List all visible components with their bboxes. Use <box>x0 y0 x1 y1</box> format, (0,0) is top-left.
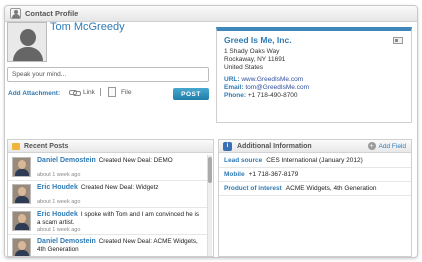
company-phone-row: Phone: +1 718-490-8700 <box>224 92 298 99</box>
post-author-link[interactable]: Eric Houdek <box>37 211 78 218</box>
posts-scrollbar[interactable] <box>207 155 212 256</box>
recent-posts-header: Recent Posts <box>8 140 213 153</box>
link-button[interactable]: Link <box>83 89 95 96</box>
plus-icon[interactable]: + <box>367 142 376 150</box>
add-field-button[interactable]: + Add Field <box>367 142 406 150</box>
avatar[interactable] <box>12 157 31 177</box>
attachment-divider <box>100 88 101 96</box>
company-address-line: 1 Shady Oaks Way <box>224 48 280 55</box>
url-label: URL: <box>224 76 240 83</box>
info-key: Lead source <box>224 157 263 164</box>
contact-card-icon <box>10 8 21 19</box>
phone-label: Phone: <box>224 92 247 99</box>
info-icon: i <box>223 141 232 151</box>
post-button[interactable]: POST <box>173 88 209 100</box>
post-author-link[interactable]: Eric Houdek <box>37 184 78 191</box>
recent-posts-title: Recent Posts <box>24 142 69 150</box>
company-name[interactable]: Greed Is Me, Inc. <box>224 35 292 45</box>
status-input[interactable]: Speak your mind... <box>7 67 209 82</box>
info-row-lead-source: Lead source CES International (January 2… <box>219 154 411 168</box>
company-address-line: Rockaway, NY 11691 <box>224 56 286 63</box>
vcard-icon[interactable] <box>393 37 403 44</box>
list-item: Eric Houdek Created New Deal: Widgetz abo… <box>8 181 207 208</box>
contact-name: Tom McGreedy <box>50 21 125 33</box>
add-field-label[interactable]: Add Field <box>379 143 406 150</box>
info-key: Product of interest <box>224 185 282 192</box>
file-button[interactable]: File <box>121 89 131 96</box>
post-time: about 1 week ago <box>37 227 81 233</box>
additional-info-title: Additional Information <box>237 142 312 150</box>
info-value[interactable]: +1 718-367-8179 <box>249 171 299 178</box>
post-time: about 1 week ago <box>37 172 81 178</box>
scrollbar-thumb[interactable] <box>208 157 212 183</box>
chat-icon <box>12 142 20 150</box>
additional-info-panel: i Additional Information + Add Field Lea… <box>218 139 412 257</box>
posts-list: Daniel Demostein Created New Deal: DEMO a… <box>8 154 207 256</box>
post-author-link[interactable]: Daniel Demostein <box>37 157 96 164</box>
company-email-row: Email: tom@GreedIsMe.com <box>224 84 309 91</box>
link-icon[interactable] <box>69 88 81 96</box>
list-item: Eric Houdek I spoke with Tom and I am con… <box>8 208 207 235</box>
contact-avatar <box>7 22 47 62</box>
info-value[interactable]: CES International (January 2012) <box>266 157 362 164</box>
company-card: Greed Is Me, Inc. 1 Shady Oaks Way Rocka… <box>216 27 412 123</box>
window-title: Contact Profile <box>25 9 79 18</box>
file-icon[interactable] <box>108 87 116 97</box>
post-text: Created New Deal: Widgetz <box>80 184 159 191</box>
additional-info-header: i Additional Information + Add Field <box>219 140 411 153</box>
recent-posts-panel: Recent Posts Daniel Demostein Created New… <box>7 139 214 257</box>
list-item: Daniel Demostein Created New Deal: DEMO a… <box>8 154 207 181</box>
window-titlebar: Contact Profile <box>5 6 417 22</box>
info-row-mobile: Mobile +1 718-367-8179 <box>219 168 411 182</box>
post-time: about 1 week ago <box>37 199 81 205</box>
company-address-line: United States <box>224 64 264 71</box>
avatar[interactable] <box>12 184 31 204</box>
info-key: Mobile <box>224 171 245 178</box>
company-url-link[interactable]: www.GreedIsMe.com <box>241 76 303 83</box>
company-url-row: URL: www.GreedIsMe.com <box>224 76 303 83</box>
post-author-link[interactable]: Daniel Demostein <box>37 238 96 245</box>
avatar[interactable] <box>12 238 31 256</box>
email-label: Email: <box>224 84 244 91</box>
info-value[interactable]: ACME Widgets, 4th Generation <box>286 185 377 192</box>
list-item: Daniel Demostein Created New Deal: ACME W… <box>8 235 207 256</box>
company-phone: +1 718-490-8700 <box>247 92 298 99</box>
post-text: Created New Deal: DEMO <box>98 157 173 164</box>
company-email-link[interactable]: tom@GreedIsMe.com <box>245 84 309 91</box>
avatar[interactable] <box>12 211 31 231</box>
add-attachment-label: Add Attachment: <box>8 90 61 97</box>
info-row-product-of-interest: Product of interest ACME Widgets, 4th Ge… <box>219 182 411 196</box>
